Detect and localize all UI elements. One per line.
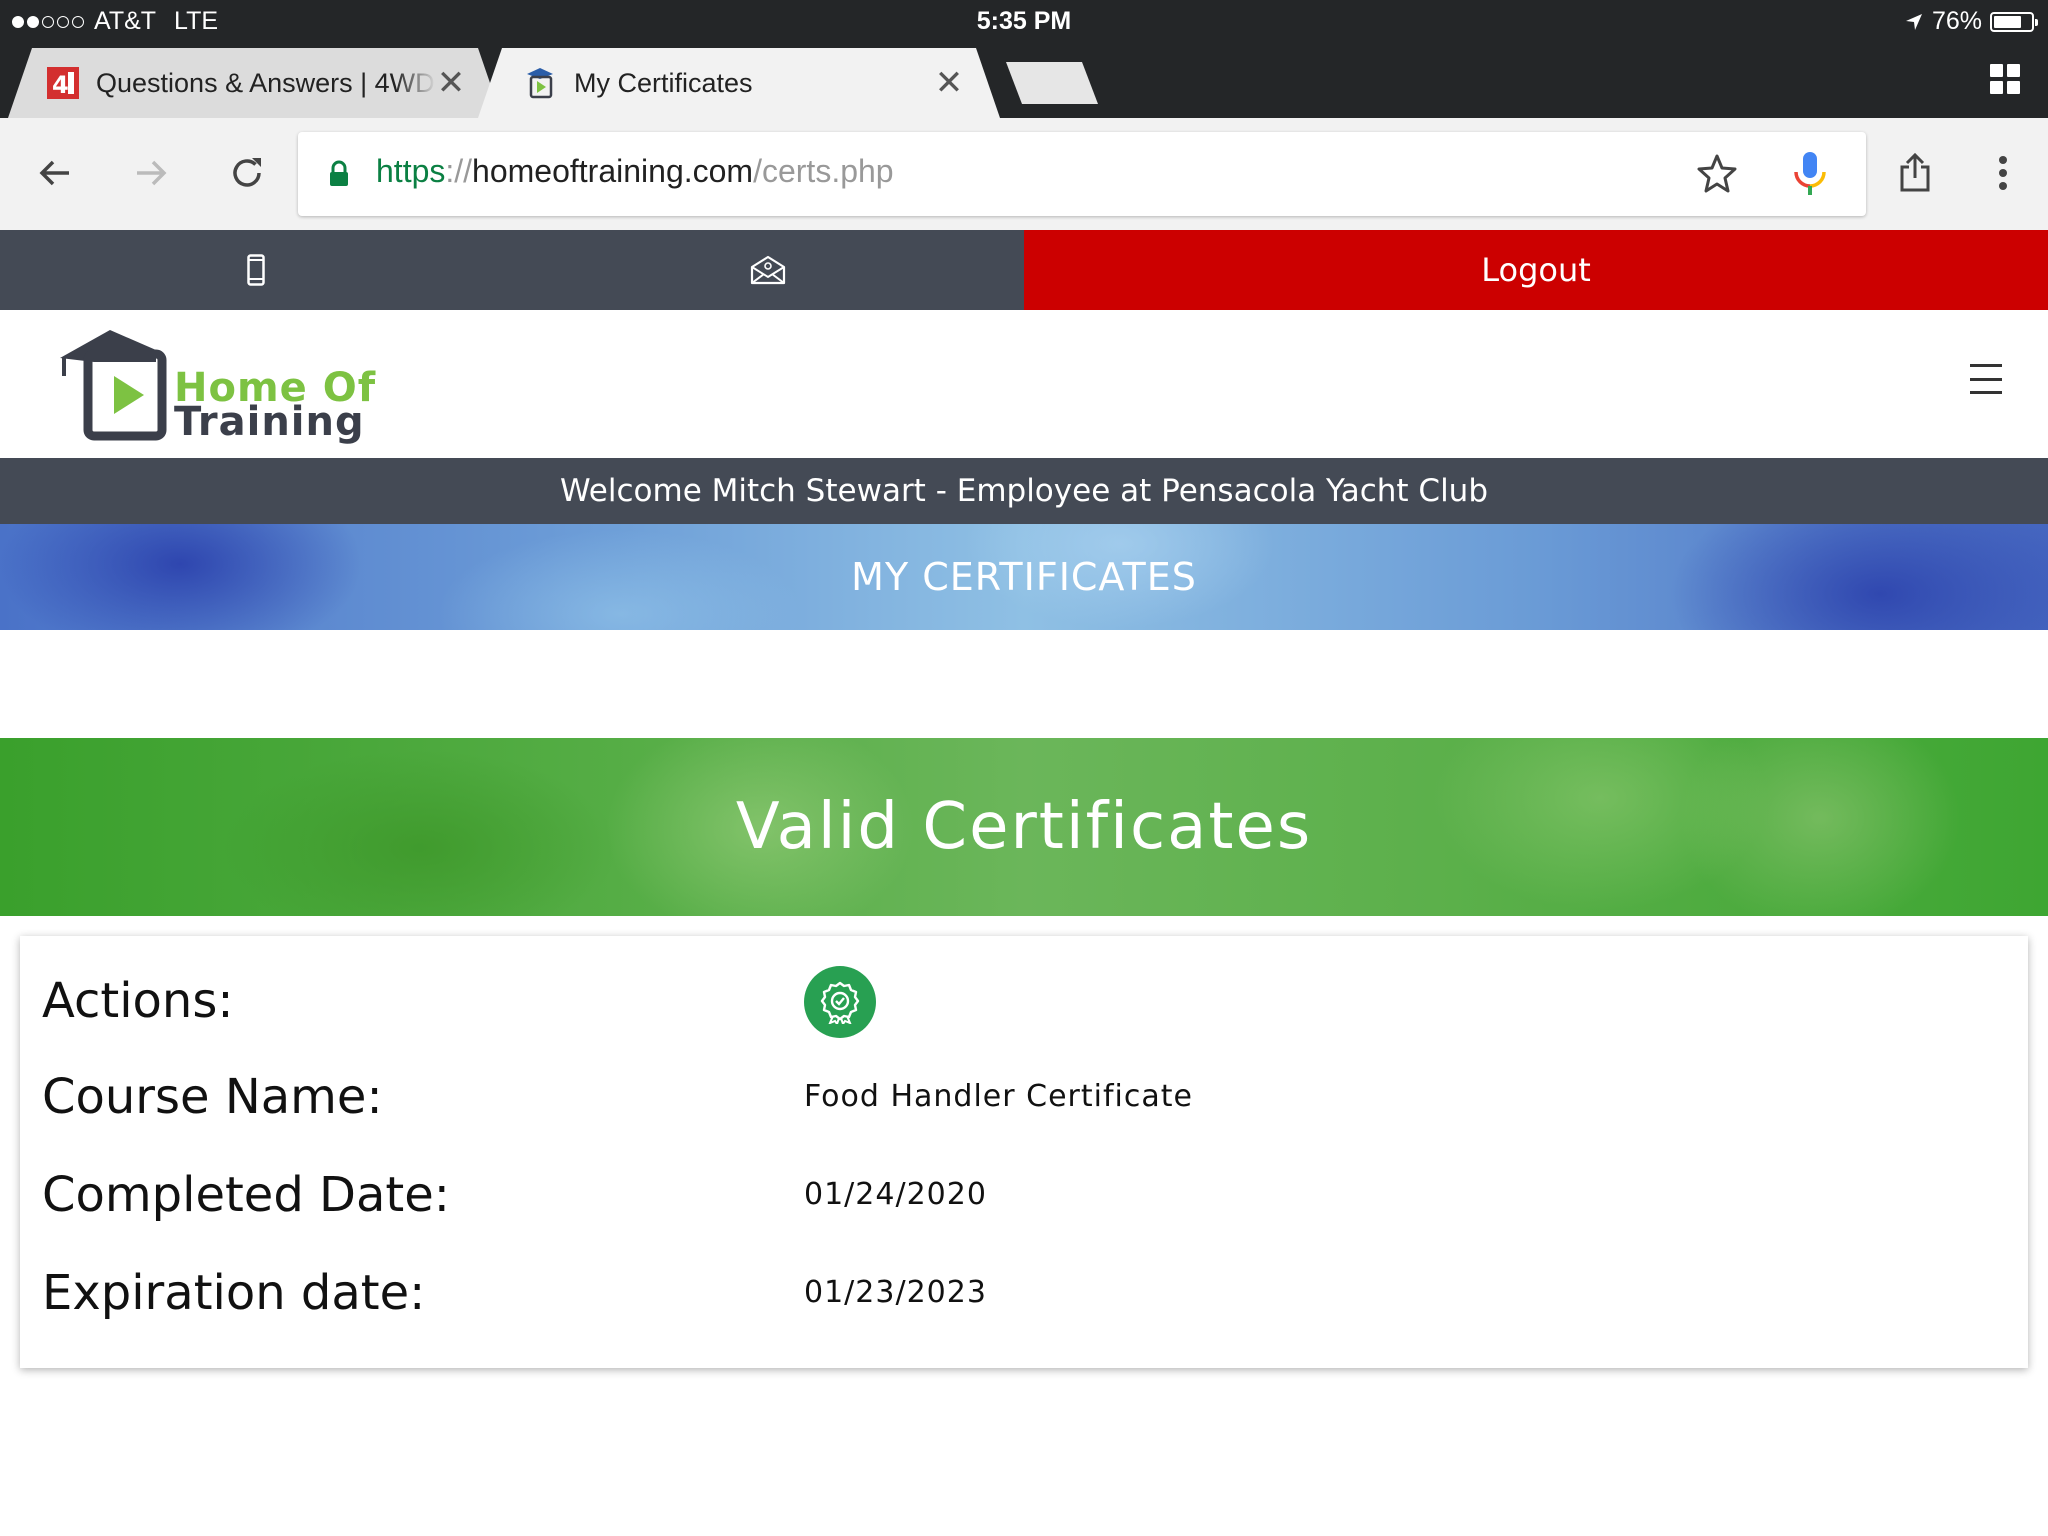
certificate-badge-icon (820, 981, 860, 1024)
course-name-value: Food Handler Certificate (804, 1079, 1193, 1114)
page-title: MY CERTIFICATES (0, 524, 2048, 630)
logout-button[interactable]: Logout (1024, 230, 2048, 310)
completed-date-label: Completed Date: (42, 1167, 450, 1223)
back-button[interactable] (30, 148, 80, 198)
battery-level (1994, 15, 2022, 28)
status-right: 76% (1904, 7, 2038, 36)
location-arrow-icon (1905, 13, 1922, 30)
course-name-label: Course Name: (42, 1069, 383, 1125)
completed-date-row: Completed Date: 01/24/2020 (42, 1146, 2002, 1244)
course-name-row: Course Name: Food Handler Certificate (42, 1048, 2002, 1146)
svg-text:4: 4 (52, 71, 69, 99)
expiration-date-label: Expiration date: (42, 1265, 426, 1321)
forward-arrow-icon (137, 160, 167, 186)
url-host: homeoftraining.com (472, 153, 754, 189)
url-separator: :// (445, 153, 473, 189)
address-bar[interactable]: https://homeoftraining.com/certs.php (298, 132, 1866, 216)
more-menu-button[interactable] (1978, 148, 2028, 198)
forward-button[interactable] (126, 148, 176, 198)
reload-button[interactable] (222, 148, 272, 198)
home-of-training-favicon-icon (524, 66, 558, 100)
4wd-favicon-icon: 4 (46, 66, 80, 100)
status-time: 5:35 PM (976, 7, 1072, 35)
reload-icon (233, 158, 261, 187)
site-top-bar: Logout (0, 230, 2048, 310)
expiration-date-value: 01/23/2023 (804, 1275, 987, 1310)
mobile-phone-icon (247, 254, 265, 286)
voice-search-mic-icon[interactable] (1790, 150, 1830, 198)
share-button[interactable] (1890, 148, 1940, 198)
close-tab-icon[interactable]: ✕ (934, 63, 964, 103)
url-scheme: https (376, 153, 446, 189)
envelope-open-icon (750, 255, 786, 285)
logo-mark-icon (60, 330, 167, 441)
browser-toolbar: https://homeoftraining.com/certs.php (0, 118, 2048, 230)
email-contact-link[interactable] (512, 230, 1024, 310)
close-tab-icon[interactable]: ✕ (436, 63, 466, 103)
completed-date-value: 01/24/2020 (804, 1177, 987, 1212)
tab-questions-answers[interactable]: 4 Questions & Answers | 4WD ✕ (8, 48, 502, 118)
section-heading: Valid Certificates (0, 738, 2048, 916)
back-arrow-icon (39, 160, 69, 186)
share-icon (1900, 153, 1930, 192)
secure-lock-icon (330, 160, 348, 186)
tab-title: My Certificates (574, 67, 753, 98)
more-vert-icon (1999, 156, 2007, 190)
hamburger-menu-icon[interactable] (1970, 364, 2002, 394)
actions-label: Actions: (42, 973, 234, 1029)
view-certificate-button[interactable] (804, 966, 876, 1038)
tab-my-certificates[interactable]: My Certificates ✕ (478, 48, 1000, 118)
logo-text-line2: Training (174, 399, 365, 445)
welcome-message: Welcome Mitch Stewart - Employee at Pens… (0, 458, 2048, 524)
certificate-card: Actions: Course Name: Food Handler Certi… (20, 936, 2028, 1368)
tab-title: Questions & Answers | 4WD (96, 67, 435, 98)
url-path: /certs.php (753, 153, 894, 189)
new-tab-button[interactable] (1006, 62, 1098, 104)
tab-strip: 4 Questions & Answers | 4WD ✕ My Certifi… (0, 42, 2048, 118)
battery-percent: 76% (1931, 7, 1982, 35)
url-text[interactable]: https://homeoftraining.com/certs.php (376, 153, 894, 190)
expiration-date-row: Expiration date: 01/23/2023 (42, 1244, 2002, 1342)
site-header: Home Of Training (0, 310, 2048, 458)
status-bar: AT&T LTE 5:35 PM 76% (0, 0, 2048, 42)
actions-row: Actions: (42, 952, 2002, 1050)
tab-switcher-icon[interactable] (1990, 64, 2020, 94)
battery-icon (1990, 11, 2038, 32)
bookmark-star-icon[interactable] (1696, 152, 1738, 194)
home-of-training-logo[interactable]: Home Of Training (58, 328, 378, 450)
phone-contact-link[interactable] (0, 230, 512, 310)
